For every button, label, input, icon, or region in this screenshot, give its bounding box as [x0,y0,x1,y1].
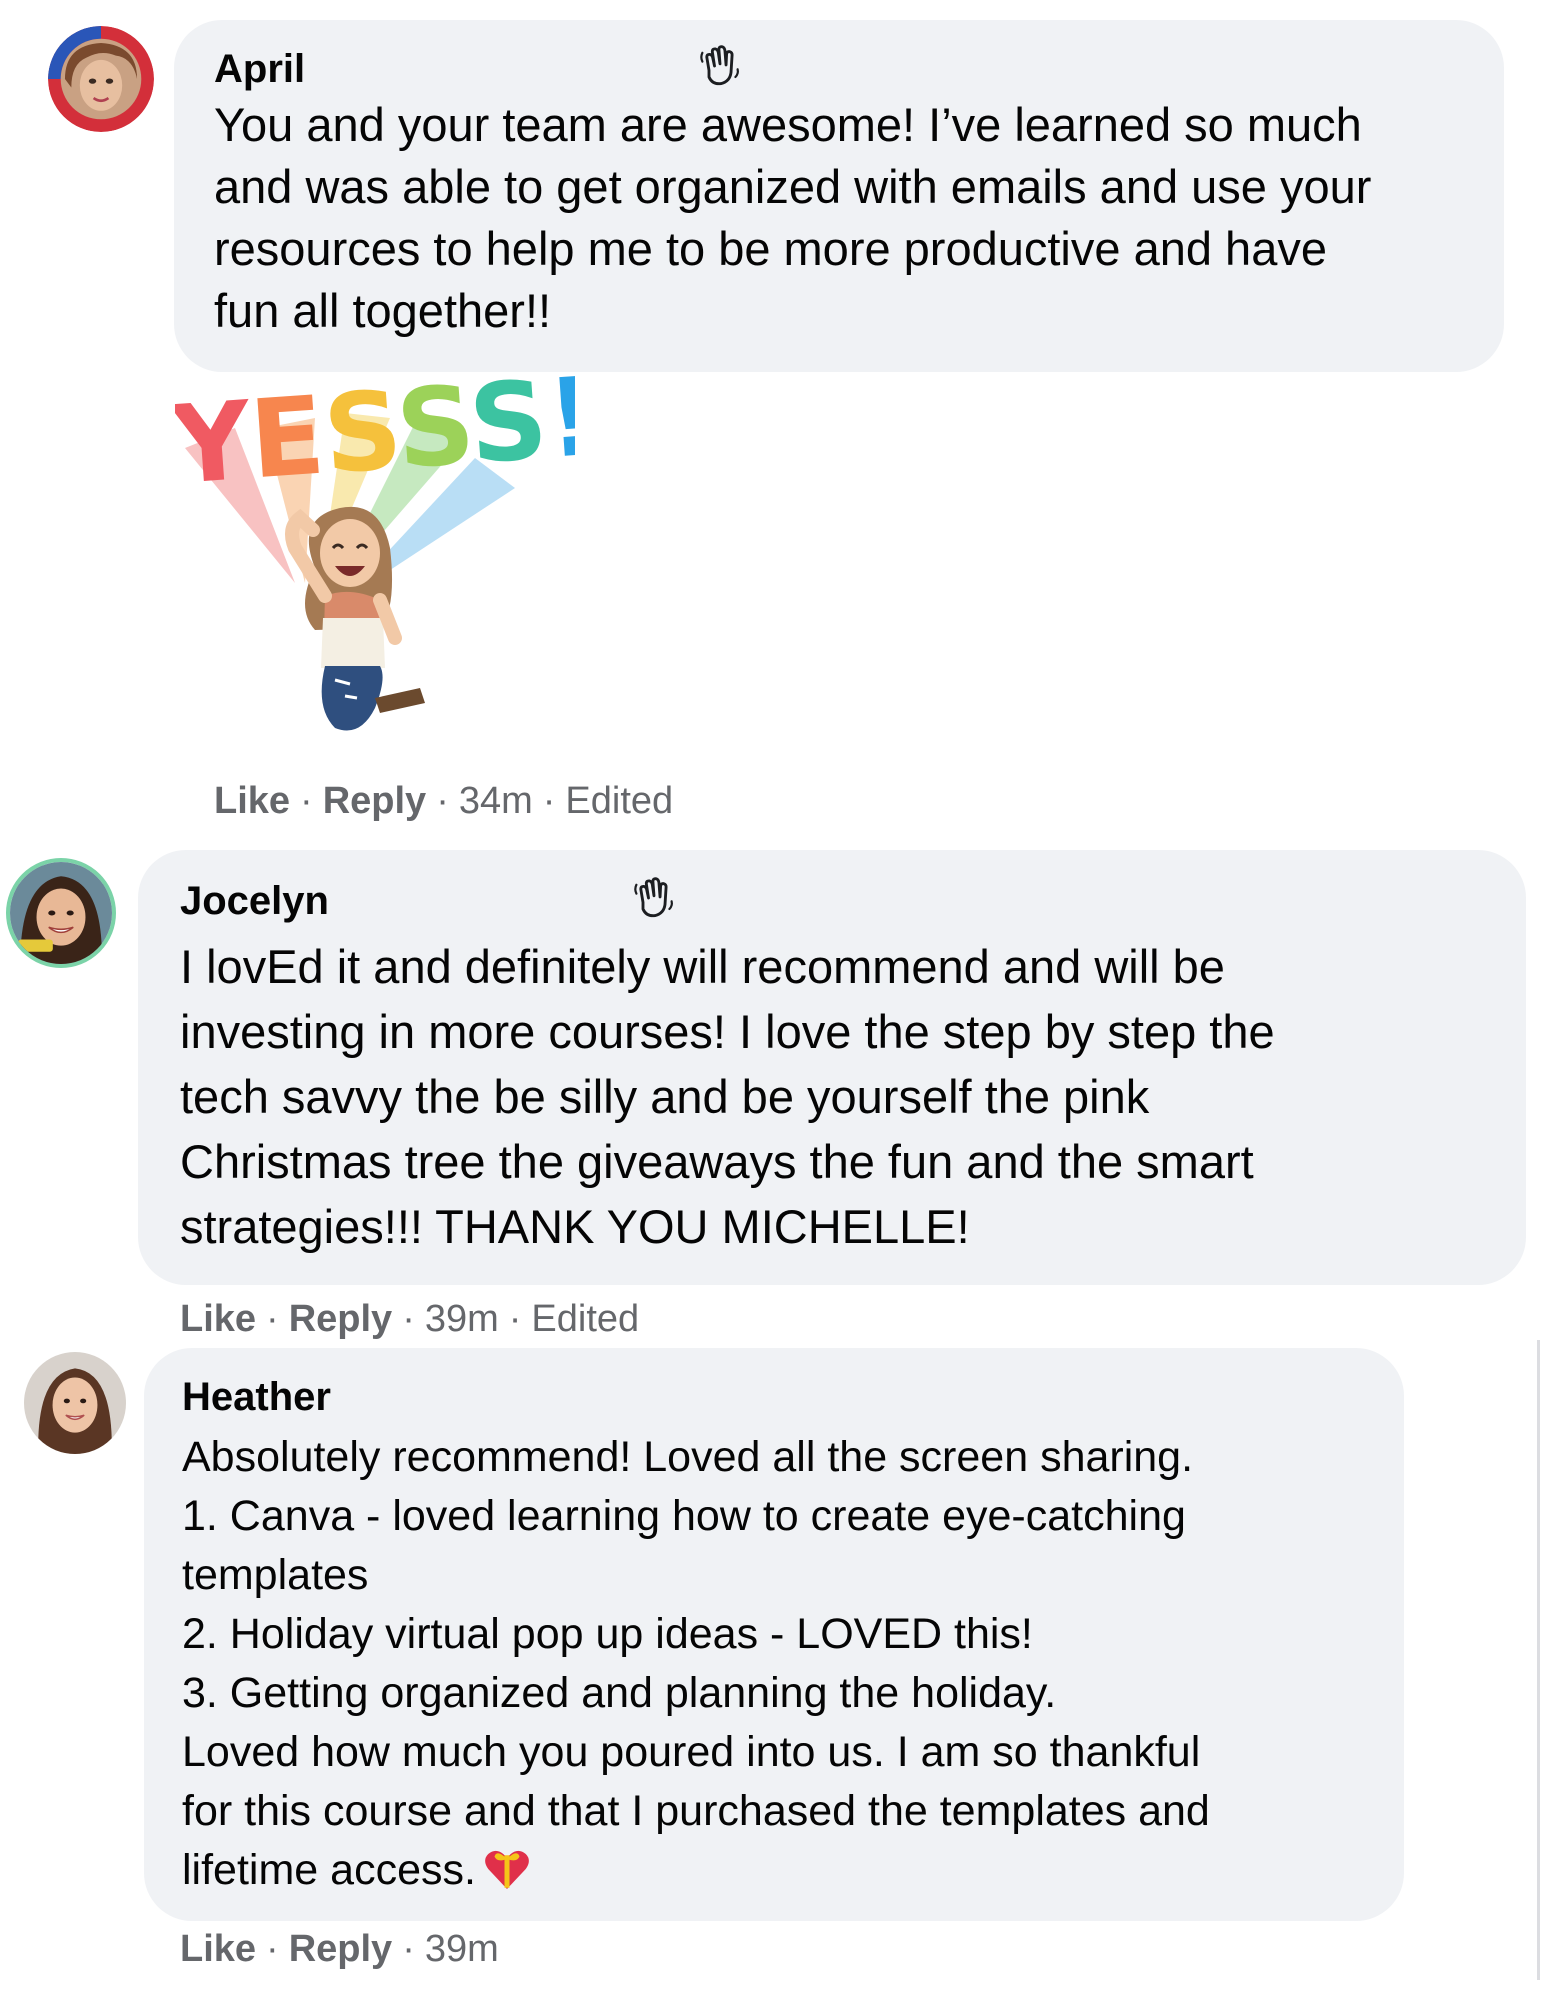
separator: · [436,780,449,822]
avatar-jocelyn-image [10,862,112,964]
comment-text-line: Loved how much you poured into us. I am … [182,1728,1201,1776]
comment-text-line: Christmas tree the giveaways the fun and… [180,1135,1254,1188]
comment-bubble-heather: Heather Absolutely recommend! Loved all … [144,1348,1404,1921]
separator: · [266,1928,279,1970]
comment-text-line: for this course and that I purchased the… [182,1787,1210,1835]
comment-text-line: You and your team are awesome! I’ve lear… [214,98,1362,151]
separator: · [542,780,556,822]
separator: · [402,1298,415,1340]
comment-text-line: templates [182,1551,369,1599]
edited-label[interactable]: Edited [565,780,673,822]
timestamp[interactable]: 34m [459,780,533,822]
avatar-april[interactable] [48,26,154,132]
comment-text-line: I lovEd it and definitely will recommend… [180,940,1225,993]
comment-text-line: resources to help me to be more producti… [214,222,1327,275]
timestamp[interactable]: 39m [425,1298,499,1340]
reply-button[interactable]: Reply [323,780,426,822]
comment-author[interactable]: Heather [182,1372,1366,1422]
comment-text-line: Absolutely recommend! Loved all the scre… [182,1433,1194,1481]
edited-label[interactable]: Edited [531,1298,639,1340]
avatar-april-image [48,26,154,132]
like-button[interactable]: Like [180,1928,256,1970]
timestamp[interactable]: 39m [425,1928,499,1970]
waving-hand-icon [634,877,673,918]
separator: · [508,1298,522,1340]
avatar-heather-image [24,1352,126,1454]
comment-text: Absolutely recommend! Loved all the scre… [182,1428,1366,1900]
comment-text-last-line: lifetime access. [182,1841,1366,1900]
like-button[interactable]: Like [214,780,290,822]
heart-with-ribbon-icon [485,1850,529,1889]
comment-author[interactable]: Jocelyn [180,876,1484,926]
comment-text-line: strategies!!! THANK YOU MICHELLE! [180,1200,970,1253]
comment-text-line: lifetime access. [182,1846,476,1894]
separator: · [402,1928,415,1970]
reply-button[interactable]: Reply [289,1928,392,1970]
comment-text-line: tech savvy the be silly and be yourself … [180,1070,1150,1123]
sticker-text: YESSS! [175,368,575,509]
separator: · [300,780,313,822]
separator: · [266,1298,279,1340]
comment-bubble-jocelyn: Jocelyn I lovEd it and definitely will r… [138,850,1526,1285]
comment-text-line: 1. Canva - loved learning how to create … [182,1492,1186,1540]
comment-author[interactable]: April [214,44,1464,94]
avatar-jocelyn[interactable] [6,858,116,968]
comment-text-line: and was able to get organized with email… [214,160,1372,213]
yesss-sticker[interactable]: YESSS! [175,368,575,758]
scrollbar-track[interactable] [1537,1340,1540,1980]
comment-actions-jocelyn: Like · Reply · 39m · Edited [180,1296,639,1342]
comment-text-line: 3. Getting organized and planning the ho… [182,1669,1057,1717]
waving-hand-icon [700,45,739,86]
comment-actions-heather: Like · Reply · 39m [180,1926,499,1972]
comment-actions-april: Like · Reply · 34m · Edited [214,778,673,824]
comment-text-line: investing in more courses! I love the st… [180,1005,1275,1058]
reply-button[interactable]: Reply [289,1298,392,1340]
avatar-heather[interactable] [24,1352,126,1454]
like-button[interactable]: Like [180,1298,256,1340]
comment-text: I lovEd it and definitely will recommend… [180,934,1484,1259]
comment-text: You and your team are awesome! I’ve lear… [214,94,1464,342]
comment-text-line: 2. Holiday virtual pop up ideas - LOVED … [182,1610,1033,1658]
comment-bubble-april: April You and your team are awesome! I’v… [174,20,1504,372]
comment-text-line: fun all together!! [214,284,552,337]
